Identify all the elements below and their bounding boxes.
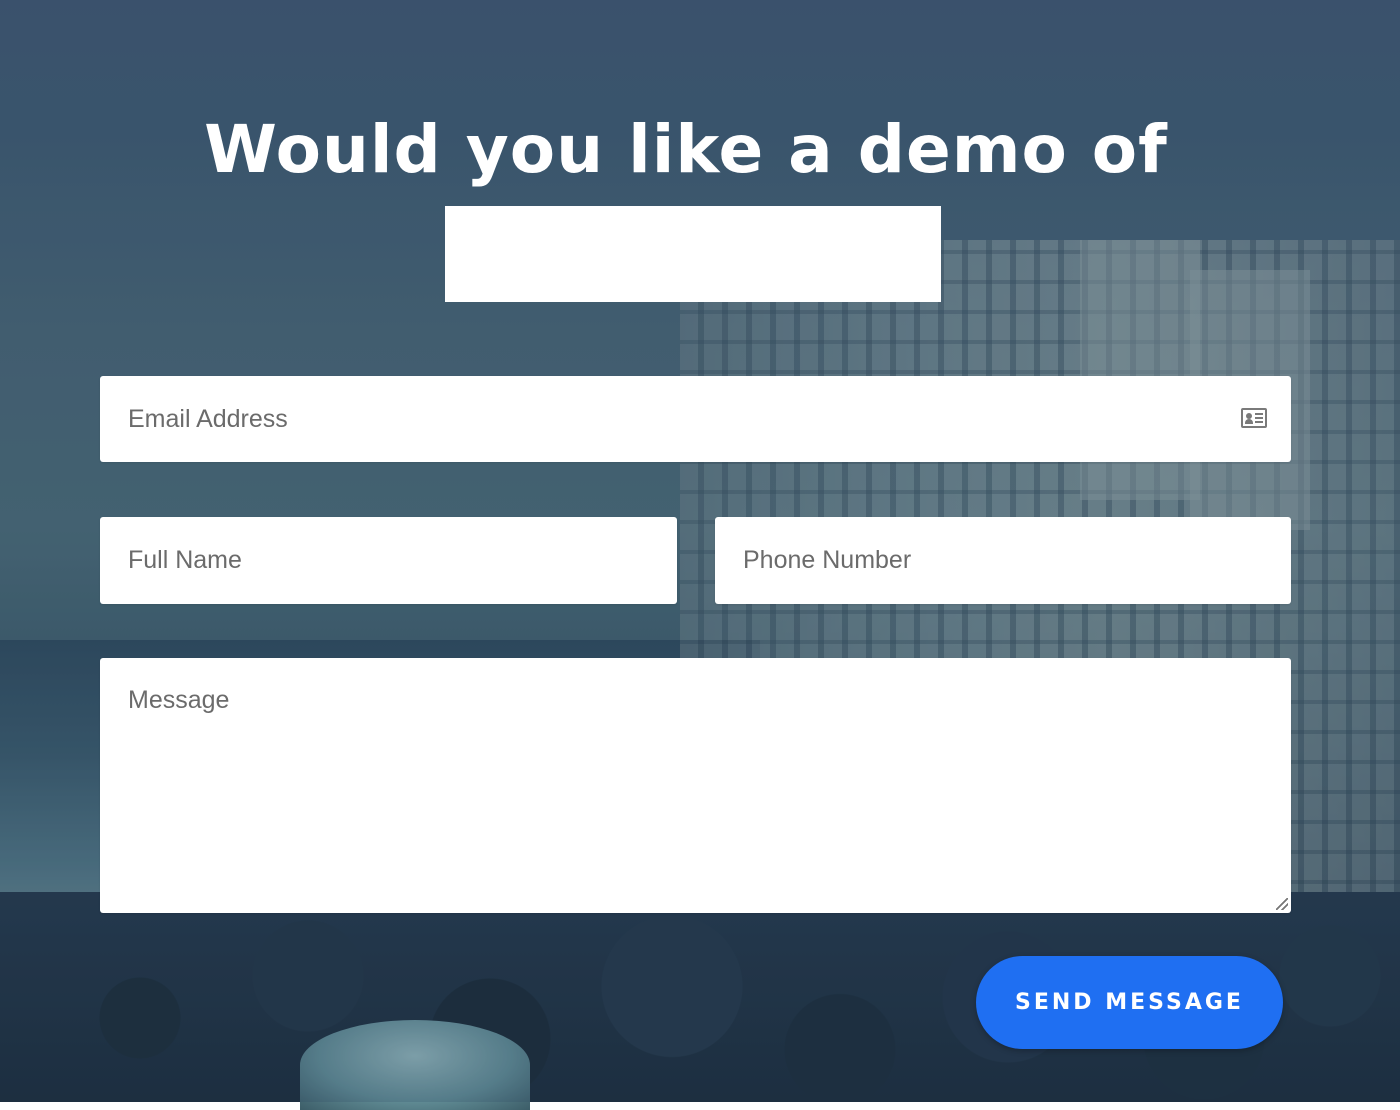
email-field[interactable] bbox=[100, 376, 1291, 462]
redacted-product-name bbox=[445, 206, 941, 302]
page-title: Would you like a demo of bbox=[204, 111, 1168, 188]
resize-handle-icon[interactable] bbox=[1276, 898, 1288, 910]
demo-request-section: Would you like a demo of SEND MESSAGE bbox=[0, 0, 1400, 1102]
full-name-field-container bbox=[100, 517, 677, 604]
phone-field-container bbox=[715, 517, 1291, 604]
email-field-container bbox=[100, 376, 1291, 462]
message-field[interactable] bbox=[100, 658, 1291, 913]
full-name-field[interactable] bbox=[100, 517, 677, 604]
send-message-button[interactable]: SEND MESSAGE bbox=[976, 956, 1283, 1049]
contact-card-icon bbox=[1241, 408, 1267, 428]
message-field-container bbox=[100, 658, 1291, 913]
phone-number-field[interactable] bbox=[715, 517, 1291, 604]
